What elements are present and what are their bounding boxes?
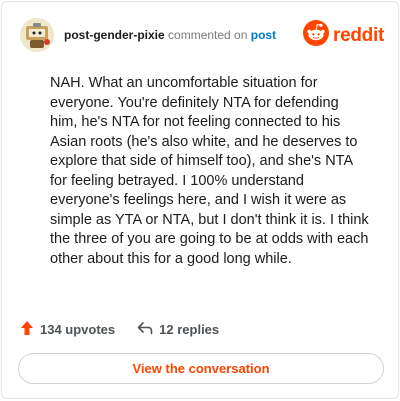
username-link[interactable]: post-gender-pixie	[64, 28, 165, 42]
replies-count: 12 replies	[159, 322, 220, 337]
post-link[interactable]: post	[251, 28, 276, 42]
view-conversation-button[interactable]: View the conversation	[18, 353, 384, 384]
comment-header: post-gender-pixie commented on post redd…	[18, 16, 384, 56]
reddit-logo-icon	[303, 20, 330, 51]
comment-body: NAH. What an uncomfortable situation for…	[50, 75, 369, 267]
reddit-wordmark: reddit	[333, 24, 384, 46]
upvotes-stat[interactable]: 134 upvotes	[20, 320, 115, 339]
upvotes-count: 134 upvotes	[40, 322, 116, 337]
action-text: commented on	[168, 28, 248, 42]
comment-stats: 134 upvotes 12 replies	[20, 320, 219, 339]
comment-card: post-gender-pixie commented on post redd…	[1, 1, 399, 399]
comment-meta: post-gender-pixie commented on post	[64, 28, 276, 42]
upvote-arrow-icon	[20, 320, 34, 339]
replies-stat[interactable]: 12 replies	[137, 321, 219, 338]
user-avatar-icon[interactable]	[20, 18, 54, 52]
reddit-brand[interactable]: reddit	[303, 20, 384, 51]
reply-arrow-icon	[137, 321, 153, 338]
